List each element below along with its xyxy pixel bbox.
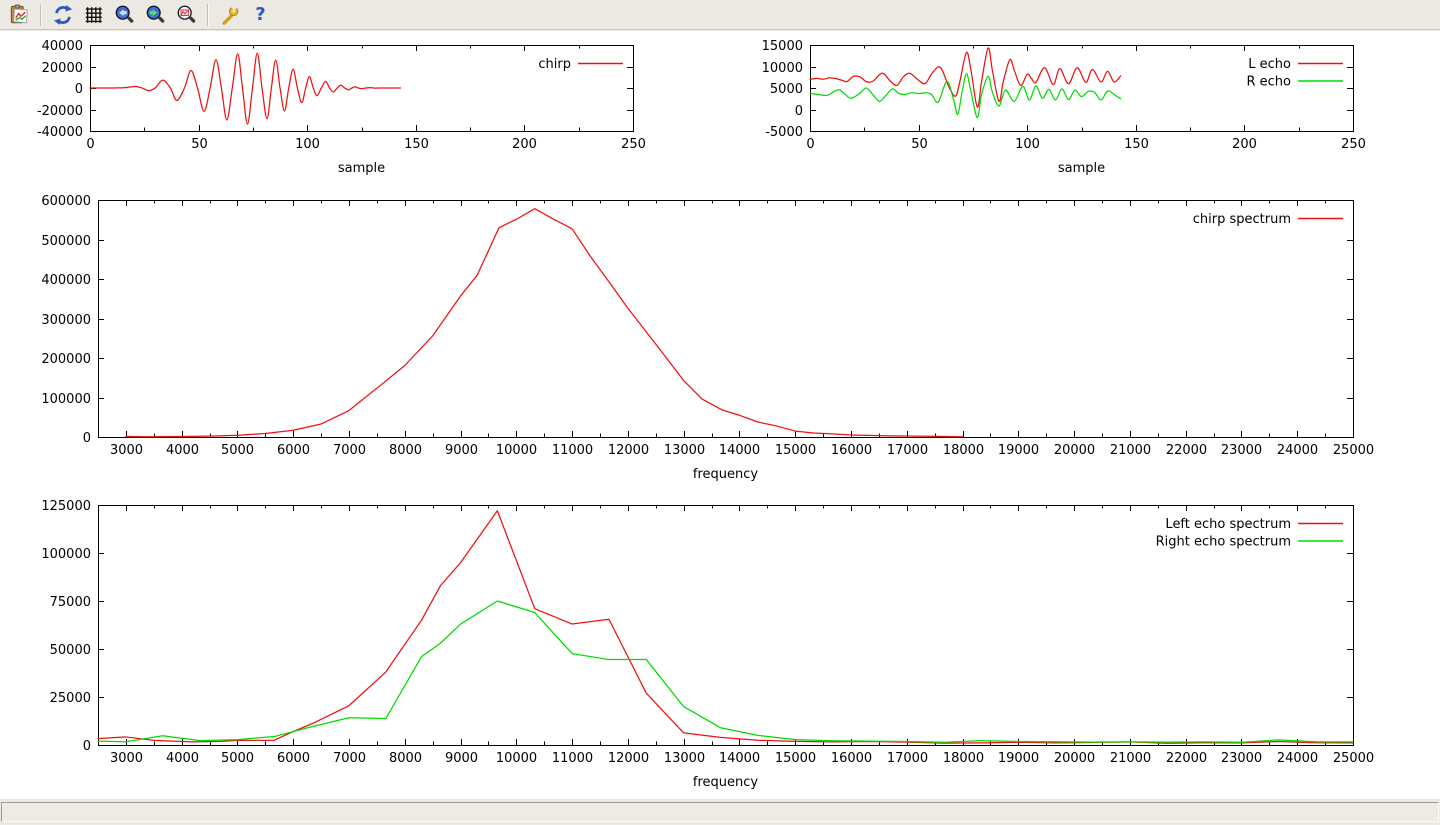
question-mark-icon: ? — [255, 6, 265, 24]
magnifier-right-arrow-icon — [145, 4, 167, 26]
wrench-icon — [219, 4, 241, 26]
echo-spectra-chart[interactable] — [0, 493, 1440, 799]
toolbar: ? — [0, 0, 1440, 30]
echo-signals-chart[interactable] — [720, 33, 1440, 188]
magnifier-plot-icon — [176, 4, 198, 26]
refresh-icon — [52, 4, 74, 26]
toolbar-separator — [40, 4, 42, 26]
zoom-next-button[interactable] — [142, 2, 169, 28]
zoom-previous-button[interactable] — [111, 2, 138, 28]
toolbar-separator — [207, 4, 209, 26]
status-bar — [0, 799, 1440, 825]
chirp-signal-chart[interactable] — [0, 33, 660, 188]
copy-to-clipboard-button[interactable] — [6, 2, 33, 28]
grid-icon — [83, 4, 105, 26]
chirp-spectrum-chart[interactable] — [0, 188, 1440, 493]
help-button[interactable]: ? — [247, 2, 274, 28]
replot-button[interactable] — [49, 2, 76, 28]
magnifier-left-arrow-icon — [114, 4, 136, 26]
plot-canvas-area — [0, 31, 1440, 799]
gnuplot-window: ? — [0, 0, 1440, 825]
autoscale-button[interactable] — [173, 2, 200, 28]
toggle-grid-button[interactable] — [80, 2, 107, 28]
configure-button[interactable] — [216, 2, 243, 28]
status-bar-field — [1, 802, 1439, 822]
clipboard-chart-icon — [9, 4, 31, 26]
